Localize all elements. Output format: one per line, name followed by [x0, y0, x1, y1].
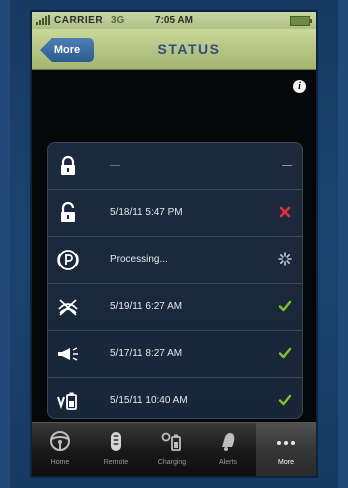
tab-label: More [278, 459, 294, 466]
tab-remote[interactable]: Remote [88, 423, 144, 476]
error-x-icon [279, 206, 291, 218]
lock-open-icon [61, 201, 75, 222]
clock: 7:05 AM [155, 15, 193, 26]
tab-label: Charging [157, 459, 187, 466]
status-row-horn-lights[interactable]: 5/17/11 8:27 AM [48, 331, 302, 378]
status-row-parking-brake[interactable]: Processing... [48, 237, 302, 284]
status-bar: CARRIER 3G 7:05 AM [32, 12, 316, 29]
info-icon[interactable]: i [293, 80, 306, 93]
status-dash [282, 165, 292, 166]
navigation-bar: STATUS More [32, 29, 316, 70]
steering-wheel-icon [50, 431, 70, 451]
bell-icon [222, 433, 235, 451]
checkmark-icon [278, 394, 292, 406]
tab-bar: Home Remote Charging Alerts More [32, 422, 316, 476]
status-list: — 5/18/11 5:47 PM Processing... 5/19/11 … [47, 142, 303, 419]
ellipsis-icon [277, 441, 295, 445]
status-row-text: — [110, 160, 120, 171]
tab-label: Home [50, 459, 70, 466]
spinner-icon [278, 252, 292, 266]
status-row-charge[interactable]: 5/15/11 10:40 AM [48, 378, 302, 418]
parking-brake-icon [57, 250, 79, 270]
status-row-text: 5/17/11 8:27 AM [110, 348, 183, 359]
tab-more[interactable]: More [256, 423, 316, 476]
phone-screen: CARRIER 3G 7:05 AM STATUS More i — 5/18/… [32, 12, 316, 476]
key-fob-icon [111, 432, 121, 451]
status-row-text: Processing... [110, 254, 168, 265]
status-row-climate[interactable]: 5/19/11 6:27 AM [48, 284, 302, 331]
tab-alerts[interactable]: Alerts [200, 423, 256, 476]
checkmark-icon [278, 347, 292, 359]
tab-home[interactable]: Home [32, 423, 88, 476]
tab-charging[interactable]: Charging [144, 423, 200, 476]
status-row-text: 5/19/11 6:27 AM [110, 301, 183, 312]
horn-lights-icon [58, 347, 78, 361]
status-row-lock[interactable]: — [48, 143, 302, 190]
status-row-text: 5/18/11 5:47 PM [110, 207, 183, 218]
plug-battery-icon [161, 432, 181, 451]
status-row-text: 5/15/11 10:40 AM [110, 395, 188, 406]
tab-label: Remote [103, 459, 129, 466]
tab-label: Alerts [219, 459, 237, 466]
lock-closed-icon [61, 155, 75, 175]
checkmark-icon [278, 300, 292, 312]
climate-off-icon [58, 299, 78, 316]
battery-icon [290, 16, 312, 26]
status-row-unlock[interactable]: 5/18/11 5:47 PM [48, 190, 302, 237]
charge-battery-icon [57, 392, 77, 410]
